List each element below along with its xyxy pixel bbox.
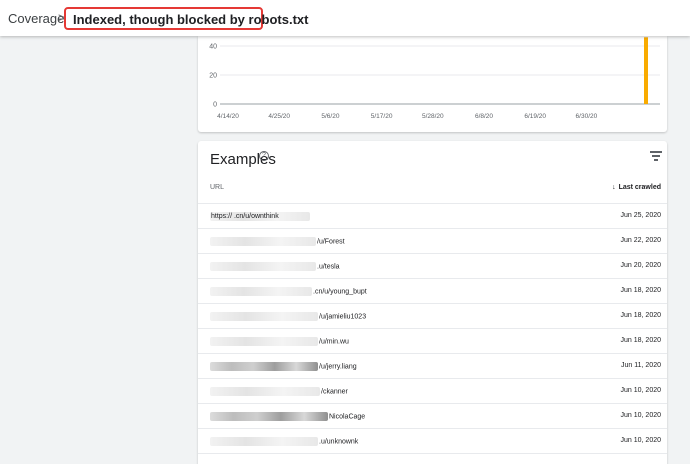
row-url-text: .u/unknownk (319, 438, 359, 446)
x-tick-label: 6/30/20 (576, 113, 598, 120)
table-row[interactable]: /u/Forest Jun 22, 2020 (198, 228, 667, 253)
table-row[interactable]: NicolaCage Jun 10, 2020 (198, 403, 667, 428)
row-date: Jun 20, 2020 (620, 262, 661, 269)
y-tick-label: 20 (209, 73, 217, 80)
examples-card: Examples ? URL ↓ Last crawled https:// .c… (198, 141, 667, 464)
table-row[interactable]: https:// .cn/u/ownthink Jun 25, 2020 (198, 203, 667, 228)
row-date: Jun 18, 2020 (620, 337, 661, 344)
row-url[interactable]: /u/min.wu (210, 337, 349, 346)
redacted-text (210, 437, 318, 446)
row-date: Jun 18, 2020 (620, 287, 661, 294)
row-url-text: /u/jerry.liang (319, 363, 357, 371)
y-tick-label: 0 (213, 102, 217, 109)
row-url-text: /u/min.wu (319, 338, 349, 346)
x-tick-label: 5/28/20 (422, 113, 444, 120)
table-row[interactable]: /u/jamieliu1023 Jun 18, 2020 (198, 303, 667, 328)
row-url[interactable]: .u/unknownk (210, 437, 358, 446)
row-url-text: .u/tesla (317, 263, 340, 271)
row-url-text: NicolaCage (329, 413, 366, 421)
row-date: Jun 10, 2020 (620, 412, 661, 419)
examples-table: https:// .cn/u/ownthink Jun 25, 2020 /u/… (198, 203, 667, 464)
row-url-text: .cn/u/young_bupt (313, 288, 367, 296)
coverage-chart: 40 20 04/14/20 4/25/20 5/6/20 5/17/20 5/28/20 6… (209, 37, 660, 120)
filter-icon[interactable] (650, 151, 662, 161)
x-tick-label: 4/25/20 (268, 113, 290, 120)
table-row[interactable]: .cn/u/young_bupt Jun 18, 2020 (198, 278, 667, 303)
y-tick-label: 40 (209, 44, 217, 51)
redacted-text (210, 362, 318, 371)
row-url-text: /u/jamieliu1023 (319, 313, 367, 321)
row-url[interactable]: .u/tesla (210, 262, 340, 271)
column-header-last-crawled[interactable]: ↓ Last crawled (612, 184, 661, 191)
x-tick-label: 6/8/20 (475, 113, 493, 120)
row-date: Jun 25, 2020 (620, 212, 661, 219)
redacted-text (210, 387, 320, 396)
row-url-text: /ckanner (321, 388, 348, 396)
row-date: Jun 22, 2020 (620, 237, 661, 244)
row-url[interactable]: /ckanner (210, 387, 348, 396)
row-date: Jun 18, 2020 (620, 312, 661, 319)
row-url[interactable]: /u/jerry.liang (210, 362, 357, 371)
row-date: Jun 10, 2020 (620, 437, 661, 444)
row-url[interactable]: .cn/u/young_bupt (210, 287, 367, 296)
help-circle-icon[interactable]: ? (259, 151, 269, 161)
top-header: Coverage > Indexed, though blocked by ro… (0, 0, 690, 36)
arrow-down-icon: ↓ (612, 184, 616, 191)
table-row[interactable]: .u/tesla Jun 20, 2020 (198, 253, 667, 278)
x-tick-label: 5/6/20 (321, 113, 339, 120)
redacted-text (210, 237, 316, 246)
column-header-url: URL (210, 184, 225, 191)
chart-bar[interactable] (644, 37, 648, 104)
table-row[interactable]: /ckanner Jun 10, 2020 (198, 378, 667, 403)
redacted-text (210, 337, 318, 346)
x-tick-label: 4/14/20 (217, 113, 239, 120)
row-url[interactable]: NicolaCage (210, 412, 365, 421)
row-url-text: https:// .cn/u/ownthink (211, 213, 279, 221)
row-url[interactable]: https:// .cn/u/ownthink (210, 212, 310, 221)
redacted-text (210, 287, 312, 296)
breadcrumb-coverage[interactable]: Coverage (8, 11, 64, 26)
row-url[interactable]: /u/jamieliu1023 (210, 312, 366, 321)
row-date: Jun 11, 2020 (621, 362, 661, 369)
redacted-text (210, 412, 328, 421)
row-date: Jun 10, 2020 (620, 387, 661, 394)
table-row[interactable]: .u/unknownk Jun 10, 2020 (198, 428, 667, 453)
table-row[interactable]: /u/min.wu Jun 18, 2020 (198, 328, 667, 353)
redacted-text (210, 312, 318, 321)
table-row[interactable]: /u/jerry.liang Jun 11, 2020 (198, 353, 667, 378)
table-row (198, 453, 667, 464)
last-crawled-label: Last crawled (618, 184, 661, 191)
x-tick-label: 5/17/20 (371, 113, 393, 120)
chart-card: 40 20 0 4/14/20 4/25/20 5/6/20 5/17/20 5/28/20 6… (198, 36, 667, 132)
redacted-text (210, 262, 316, 271)
x-tick-label: 6/19/20 (524, 113, 546, 120)
row-url[interactable]: /u/Forest (210, 237, 345, 246)
row-url-text: /u/Forest (317, 238, 345, 246)
page-title: Indexed, though blocked by robots.txt (64, 7, 308, 30)
